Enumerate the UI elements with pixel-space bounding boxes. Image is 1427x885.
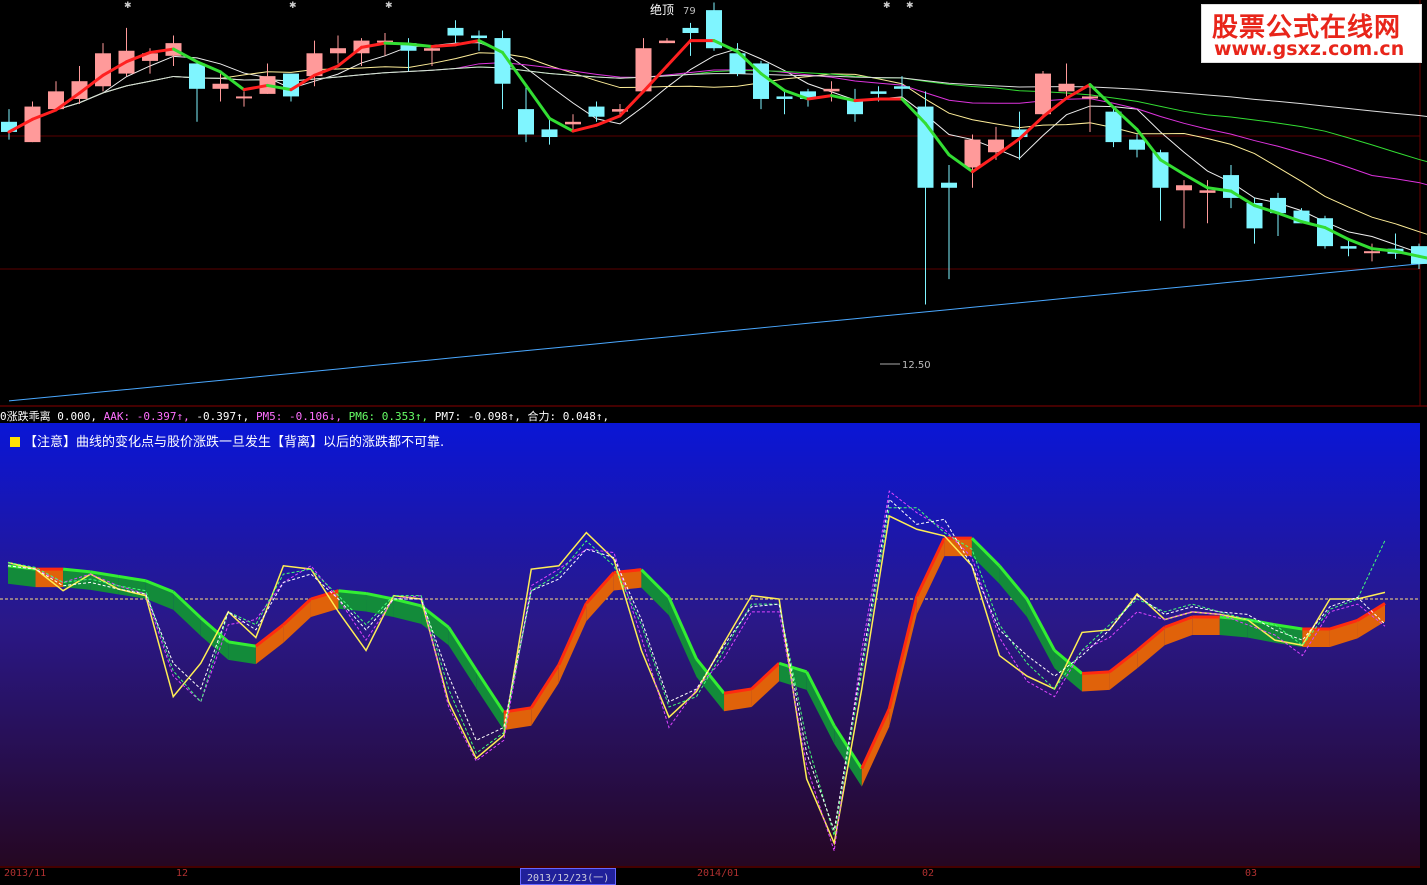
svg-text:✱: ✱ xyxy=(124,1,132,11)
candle-body xyxy=(189,63,205,89)
watermark: 股票公式在线网 www.gsxz.com.cn xyxy=(1201,4,1422,63)
ma10-line xyxy=(8,52,1427,235)
svg-text:✱: ✱ xyxy=(883,1,891,11)
trend-segment xyxy=(1229,189,1256,208)
candle-body xyxy=(424,48,440,51)
candle-body xyxy=(1199,190,1216,193)
trend-segment xyxy=(454,39,481,47)
trend-segment xyxy=(548,116,575,133)
watermark-url: www.gsxz.com.cn xyxy=(1214,38,1405,60)
indicator-value-4: PM6: 0.353↑, xyxy=(348,410,435,423)
candle-body xyxy=(870,91,887,94)
candle-body xyxy=(1035,73,1051,115)
trend-segment xyxy=(618,89,645,118)
notice-message: 【注意】曲线的变化点与股价涨跌一旦发生【背离】以后的涨跌都不可靠. xyxy=(24,435,445,450)
band-segment xyxy=(1192,616,1220,635)
candle-body xyxy=(941,182,957,188)
candle-body xyxy=(330,48,346,54)
notice-text: 【注意】曲线的变化点与股价涨跌一旦发生【背离】以后的涨跌都不可靠. xyxy=(10,431,444,450)
candle-body xyxy=(1317,218,1333,247)
peak-label: 绝顶 xyxy=(650,2,674,17)
indicator-value-2: -0.397↑, xyxy=(196,410,256,423)
low-marker-value: 12.50 xyxy=(902,360,931,371)
candle-body xyxy=(518,109,534,135)
x-axis-label-12: 12 xyxy=(176,868,189,879)
ma20-line xyxy=(8,62,1427,186)
candle-body xyxy=(565,121,581,125)
ma5-line xyxy=(8,42,1427,255)
svg-text:✱: ✱ xyxy=(906,1,914,11)
candle-body xyxy=(1082,96,1098,99)
svg-text:✱: ✱ xyxy=(289,1,297,11)
candle-body xyxy=(1364,251,1380,254)
indicator-value-5: PM7: -0.098↑, xyxy=(434,410,528,423)
candle-body xyxy=(894,86,910,89)
candle-body xyxy=(1340,246,1357,249)
x-axis-label-03: 03 xyxy=(1245,868,1258,879)
trend-segment xyxy=(430,43,457,49)
x-axis-label-2014-01: 2014/01 xyxy=(697,868,740,879)
candle-body xyxy=(1105,111,1122,143)
trend-segment xyxy=(665,39,692,68)
candle-body xyxy=(212,83,229,89)
candle-body xyxy=(776,96,793,99)
indicator-value-1: AAK: -0.397↑, xyxy=(103,410,197,423)
candle-body xyxy=(541,129,558,138)
top-marks: ✱ ✱ ✱ ✱ ✱ xyxy=(124,1,914,11)
candle-body xyxy=(1058,83,1075,92)
trend-segment xyxy=(595,114,622,127)
x-axis-label-02: 02 xyxy=(922,868,935,879)
x-axis-selected-date[interactable]: 2013/12/23(一) xyxy=(520,868,617,885)
peak-value: 79 xyxy=(683,6,696,17)
indicator-value-3: PM5: -0.106↓, xyxy=(255,410,349,423)
candle-body xyxy=(1176,185,1192,191)
candle-body xyxy=(823,88,840,92)
candle-body xyxy=(964,139,981,168)
trend-segment xyxy=(853,97,880,103)
trend-segment xyxy=(383,41,410,46)
ma60-line xyxy=(8,66,1427,133)
candle-body xyxy=(1129,139,1145,150)
candle-body xyxy=(236,96,252,99)
indicator-values-line: 0涨跌乖离 0.000, AAK: -0.397↑, -0.397↑, PM5:… xyxy=(0,409,609,425)
candle-body xyxy=(659,40,675,44)
candle-body xyxy=(24,106,41,143)
ma30-line xyxy=(8,66,1427,163)
x-axis-label-2013-11: 2013/11 xyxy=(4,868,47,879)
indicator-value-6: 合力: 0.048↑, xyxy=(527,410,610,423)
candle-body xyxy=(588,106,605,117)
candle-body xyxy=(682,27,699,33)
ma-long-line xyxy=(8,262,1427,402)
yellow-square-icon xyxy=(10,437,20,447)
candle-body xyxy=(471,35,487,39)
band-edge xyxy=(1081,670,1110,676)
indicator-value-0: 0涨跌乖离 0.000, xyxy=(0,410,104,423)
svg-text:✱: ✱ xyxy=(385,1,393,11)
trend-segment xyxy=(571,123,598,133)
candle-body xyxy=(447,27,464,36)
